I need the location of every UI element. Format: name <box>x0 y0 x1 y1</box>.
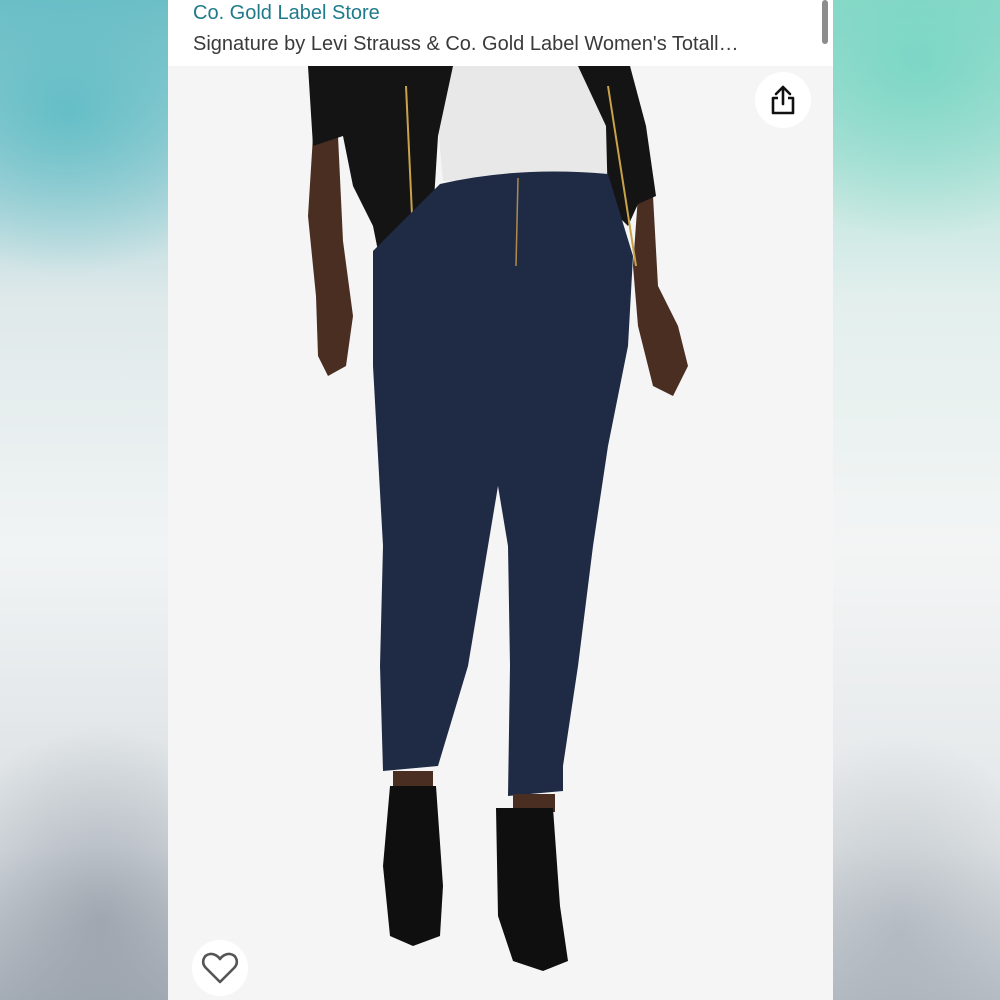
product-image[interactable] <box>168 66 833 1000</box>
share-button[interactable] <box>755 72 811 128</box>
blurred-background-right <box>833 0 1000 1000</box>
blurred-background-left <box>0 0 168 1000</box>
heart-icon <box>201 952 239 984</box>
scrollbar[interactable] <box>822 0 828 44</box>
wishlist-button[interactable] <box>192 940 248 996</box>
product-panel: Co. Gold Label Store Signature by Levi S… <box>168 0 833 1000</box>
share-icon <box>771 85 795 115</box>
product-title: Signature by Levi Strauss & Co. Gold Lab… <box>193 33 739 55</box>
product-header: Co. Gold Label Store Signature by Levi S… <box>168 0 833 66</box>
store-link[interactable]: Co. Gold Label Store <box>193 2 380 25</box>
